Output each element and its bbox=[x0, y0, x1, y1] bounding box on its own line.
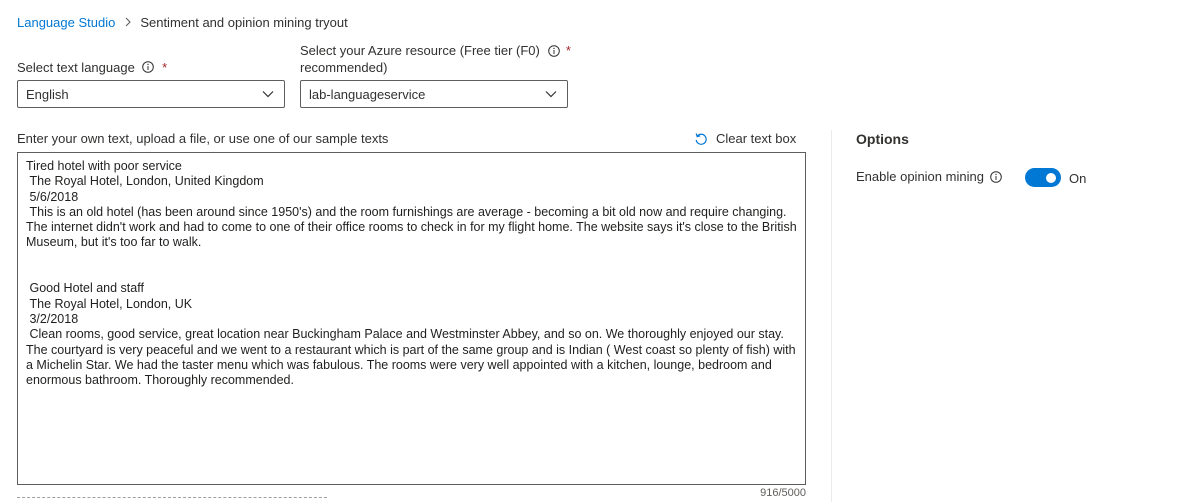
info-icon[interactable] bbox=[990, 170, 1002, 183]
resource-label-line1: Select your Azure resource (Free tier (F… bbox=[300, 43, 540, 58]
options-title: Options bbox=[856, 131, 909, 147]
resource-label: Select your Azure resource (Free tier (F… bbox=[300, 42, 580, 76]
language-label-text: Select text language bbox=[17, 60, 135, 75]
resource-dropdown[interactable]: lab-languageservice bbox=[300, 80, 568, 108]
toggle-state-label: On bbox=[1069, 171, 1087, 186]
info-icon[interactable] bbox=[142, 61, 155, 73]
info-icon[interactable] bbox=[548, 44, 560, 57]
chevron-right-icon bbox=[124, 17, 132, 27]
text-input-area[interactable]: Tired hotel with poor service The Royal … bbox=[17, 152, 806, 485]
opinion-mining-label: Enable opinion mining bbox=[856, 169, 1002, 184]
chevron-down-icon bbox=[252, 90, 284, 98]
required-asterisk: * bbox=[162, 60, 168, 75]
resource-dropdown-value: lab-languageservice bbox=[309, 86, 426, 102]
vertical-divider bbox=[831, 130, 832, 502]
character-count: 916/5000 bbox=[760, 487, 806, 499]
language-dropdown-value: English bbox=[26, 86, 69, 102]
opinion-mining-label-text: Enable opinion mining bbox=[856, 169, 984, 184]
chevron-down-icon bbox=[535, 90, 567, 98]
breadcrumb-language-studio-link[interactable]: Language Studio bbox=[17, 15, 115, 30]
clear-text-box-button[interactable]: Clear text box bbox=[694, 131, 796, 146]
breadcrumb-current: Sentiment and opinion mining tryout bbox=[140, 14, 348, 30]
toggle-knob bbox=[1046, 172, 1056, 183]
required-asterisk: * bbox=[565, 43, 571, 58]
breadcrumb: Language Studio Sentiment and opinion mi… bbox=[17, 14, 348, 30]
resource-label-line2: recommended) bbox=[300, 60, 388, 75]
language-dropdown[interactable]: English bbox=[17, 80, 285, 108]
text-input-prompt: Enter your own text, upload a file, or u… bbox=[17, 131, 389, 146]
undo-icon bbox=[694, 132, 708, 146]
divider bbox=[17, 497, 327, 498]
clear-text-box-label: Clear text box bbox=[716, 131, 797, 146]
opinion-mining-toggle[interactable] bbox=[1025, 168, 1061, 187]
language-label: Select text language * bbox=[17, 59, 167, 76]
